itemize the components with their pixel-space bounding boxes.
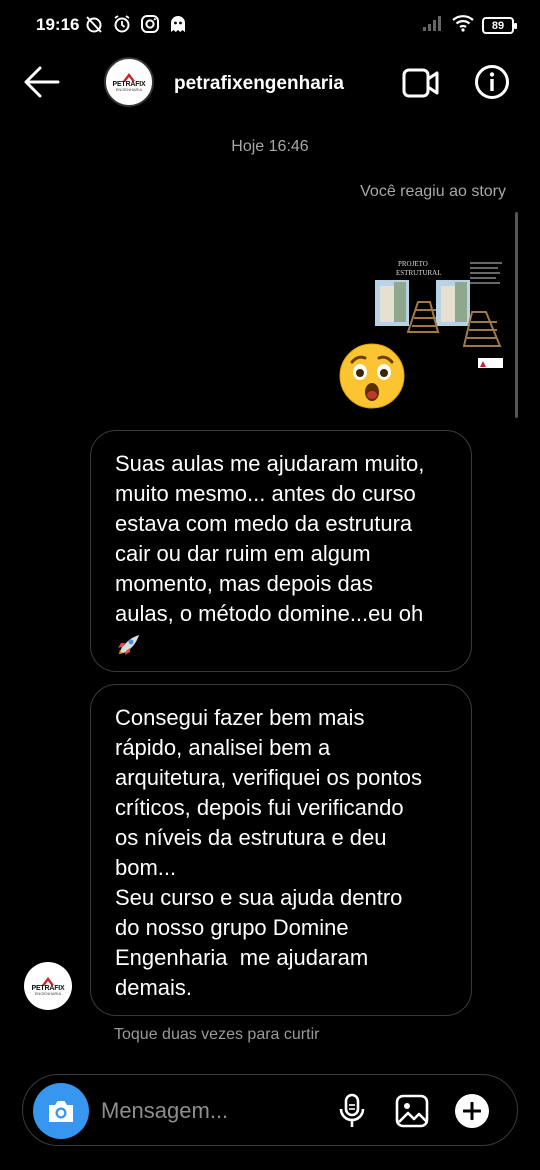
double-tap-like-hint: Toque duas vezes para curtir: [114, 1026, 320, 1043]
plus-button[interactable]: [455, 1094, 489, 1128]
petrafix-logo-mark: [123, 72, 135, 81]
message-text: Consegui fazer bem mais rápido, analisei…: [115, 705, 422, 1000]
story-title-line2: ESTRUTURAL: [396, 269, 442, 277]
petrafix-logo-mark: [42, 976, 54, 985]
status-bar: 19:16 89: [0, 0, 540, 52]
status-left-icons: [84, 14, 188, 34]
avatar-logo-subtext: ENGENHARIA: [115, 86, 143, 92]
instagram-icon: [140, 14, 160, 34]
gallery-icon: [395, 1094, 429, 1128]
message-composer: [22, 1074, 518, 1146]
header-username[interactable]: petrafixengenharia: [174, 73, 344, 95]
status-right: 89: [422, 14, 517, 37]
gallery-button[interactable]: [395, 1094, 429, 1128]
back-button[interactable]: [22, 64, 62, 100]
battery-icon: 89: [482, 17, 517, 34]
chat-timestamp: Hoje 16:46: [231, 138, 309, 155]
sender-avatar[interactable]: PETRAFIX ENGENHARIA: [24, 962, 72, 1010]
camera-button[interactable]: [33, 1083, 89, 1139]
wifi-icon: [452, 14, 474, 37]
alarm-icon: [112, 14, 132, 34]
message-bubble[interactable]: Consegui fazer bem mais rápido, analisei…: [90, 684, 472, 1016]
microphone-button[interactable]: [337, 1093, 367, 1129]
info-icon: [475, 65, 509, 99]
plus-icon: [463, 1102, 481, 1120]
message-input[interactable]: [101, 1093, 321, 1129]
chat-scrollbar[interactable]: [515, 212, 518, 418]
story-reaction-note: Você reagiu ao story: [360, 183, 506, 200]
astonished-face-icon: [338, 342, 406, 410]
alarm-off-icon: [84, 14, 104, 34]
message-bubble[interactable]: Suas aulas me ajudaram muito, muito mesm…: [90, 430, 472, 672]
video-call-icon: [402, 68, 439, 98]
story-title-line1: PROJETO: [398, 260, 428, 268]
chat-header: PETRAFIX ENGENHARIA petrafixengenharia: [0, 52, 540, 114]
signal-icon: [422, 15, 444, 36]
message-text: Suas aulas me ajudaram muito, muito mesm…: [115, 451, 425, 626]
back-arrow-icon: [24, 66, 60, 98]
microphone-icon: [339, 1093, 365, 1127]
video-call-button[interactable]: [402, 66, 440, 100]
ghost-icon: [168, 14, 188, 34]
info-button[interactable]: [474, 64, 510, 100]
sender-avatar-logo-subtext: ENGENHARIA: [34, 990, 62, 996]
rocket-icon: [115, 632, 141, 658]
header-avatar[interactable]: PETRAFIX ENGENHARIA: [104, 57, 154, 107]
status-time: 19:16: [36, 15, 80, 34]
camera-icon: [49, 1101, 73, 1122]
